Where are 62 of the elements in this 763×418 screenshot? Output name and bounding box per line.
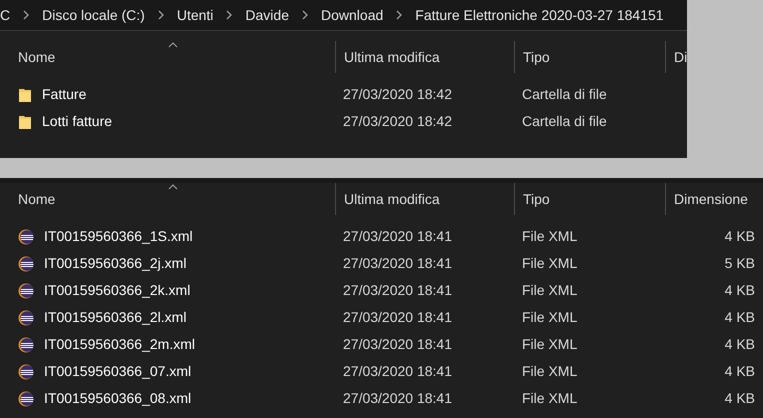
column-header[interactable]: Ultima modifica bbox=[344, 188, 440, 210]
file-size: 4 KB bbox=[724, 308, 755, 327]
modified-date: 27/03/2020 18:41 bbox=[343, 255, 452, 271]
breadcrumb-item[interactable]: Download bbox=[321, 4, 384, 26]
file-name[interactable]: IT00159560366_2m.xml bbox=[44, 334, 195, 355]
file-name[interactable]: IT00159560366_2l.xml bbox=[44, 307, 186, 328]
column-header[interactable]: Nome bbox=[18, 46, 56, 68]
file-type: File XML bbox=[522, 390, 578, 406]
breadcrumb-item[interactable]: Davide bbox=[245, 4, 289, 26]
file-size: 5 KB bbox=[724, 254, 755, 273]
column-header[interactable]: Di bbox=[674, 46, 687, 68]
file-size: 4 KB bbox=[724, 362, 755, 381]
chevron-icon bbox=[225, 10, 234, 20]
file-name[interactable]: Lotti fatture bbox=[42, 111, 112, 132]
folder-icon bbox=[18, 86, 32, 102]
column-header[interactable]: Nome bbox=[18, 188, 56, 210]
file-size: 4 KB bbox=[724, 335, 755, 354]
column-header[interactable]: Tipo bbox=[523, 46, 550, 68]
striped-circle-icon bbox=[18, 282, 34, 298]
file-name[interactable]: IT00159560366_2k.xml bbox=[44, 280, 190, 301]
file-type: File XML bbox=[522, 255, 578, 271]
breadcrumb-item[interactable]: Utenti bbox=[176, 4, 214, 26]
striped-circle-icon bbox=[18, 310, 34, 326]
striped-circle-icon bbox=[18, 390, 34, 406]
file-name[interactable]: Fatture bbox=[42, 84, 86, 105]
chevron-icon bbox=[301, 10, 309, 20]
file-type: File XML bbox=[522, 282, 578, 298]
modified-date: 27/03/2020 18:42 bbox=[343, 113, 452, 129]
file-type: File XML bbox=[522, 336, 578, 352]
modified-date: 27/03/2020 18:42 bbox=[343, 86, 452, 102]
file-name[interactable]: IT00159560366_07.xml bbox=[44, 361, 192, 382]
column-header[interactable]: Tipo bbox=[523, 188, 550, 210]
folder-icon bbox=[18, 114, 32, 130]
file-type: Cartella di file bbox=[522, 113, 607, 129]
striped-circle-icon bbox=[18, 256, 34, 272]
modified-date: 27/03/2020 18:41 bbox=[343, 336, 452, 352]
modified-date: 27/03/2020 18:41 bbox=[343, 309, 452, 325]
modified-date: 27/03/2020 18:41 bbox=[343, 390, 452, 406]
chevron-icon bbox=[156, 10, 165, 20]
file-name[interactable]: IT00159560366_1S.xml bbox=[44, 226, 193, 247]
file-type: File XML bbox=[522, 228, 578, 244]
file-name[interactable]: IT00159560366_08.xml bbox=[44, 388, 192, 409]
modified-date: 27/03/2020 18:41 bbox=[343, 228, 452, 244]
modified-date: 27/03/2020 18:41 bbox=[343, 282, 452, 298]
file-type: File XML bbox=[522, 363, 578, 379]
striped-circle-icon bbox=[18, 336, 34, 352]
column-header[interactable]: Ultima modifica bbox=[344, 46, 440, 68]
chevron-icon bbox=[395, 10, 404, 20]
file-type: Cartella di file bbox=[522, 86, 607, 102]
chevron-icon bbox=[22, 10, 30, 20]
modified-date: 27/03/2020 18:41 bbox=[343, 363, 452, 379]
breadcrumb-item[interactable]: Disco locale (C:) bbox=[42, 4, 145, 26]
breadcrumb-item[interactable]: Fatture Elettroniche 2020-03-27 184151 bbox=[415, 4, 664, 26]
striped-circle-icon bbox=[18, 364, 34, 380]
striped-circle-icon bbox=[18, 228, 34, 244]
breadcrumb-item[interactable]: C bbox=[0, 4, 10, 26]
file-size: 4 KB bbox=[724, 281, 755, 300]
file-size: 4 KB bbox=[724, 227, 755, 246]
column-header[interactable]: Dimensione bbox=[674, 188, 748, 210]
file-size: 4 KB bbox=[724, 389, 755, 408]
file-type: File XML bbox=[522, 309, 578, 325]
file-name[interactable]: IT00159560366_2j.xml bbox=[44, 253, 186, 274]
